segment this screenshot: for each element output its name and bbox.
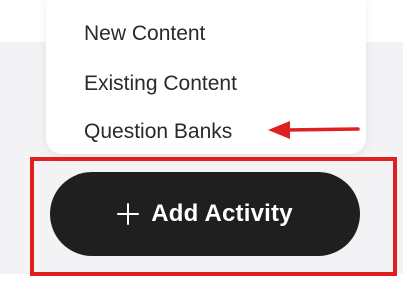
- add-activity-button[interactable]: Add Activity: [50, 172, 360, 256]
- add-activity-dropdown-menu: New Content Existing Content Question Ba…: [46, 0, 366, 154]
- menu-item-new-content[interactable]: New Content: [84, 22, 205, 46]
- menu-item-existing-content[interactable]: Existing Content: [84, 72, 237, 96]
- page-backdrop: New Content Existing Content Question Ba…: [0, 0, 403, 282]
- add-activity-label: Add Activity: [151, 200, 293, 227]
- menu-item-question-banks[interactable]: Question Banks: [84, 120, 232, 144]
- plus-icon: [117, 203, 140, 225]
